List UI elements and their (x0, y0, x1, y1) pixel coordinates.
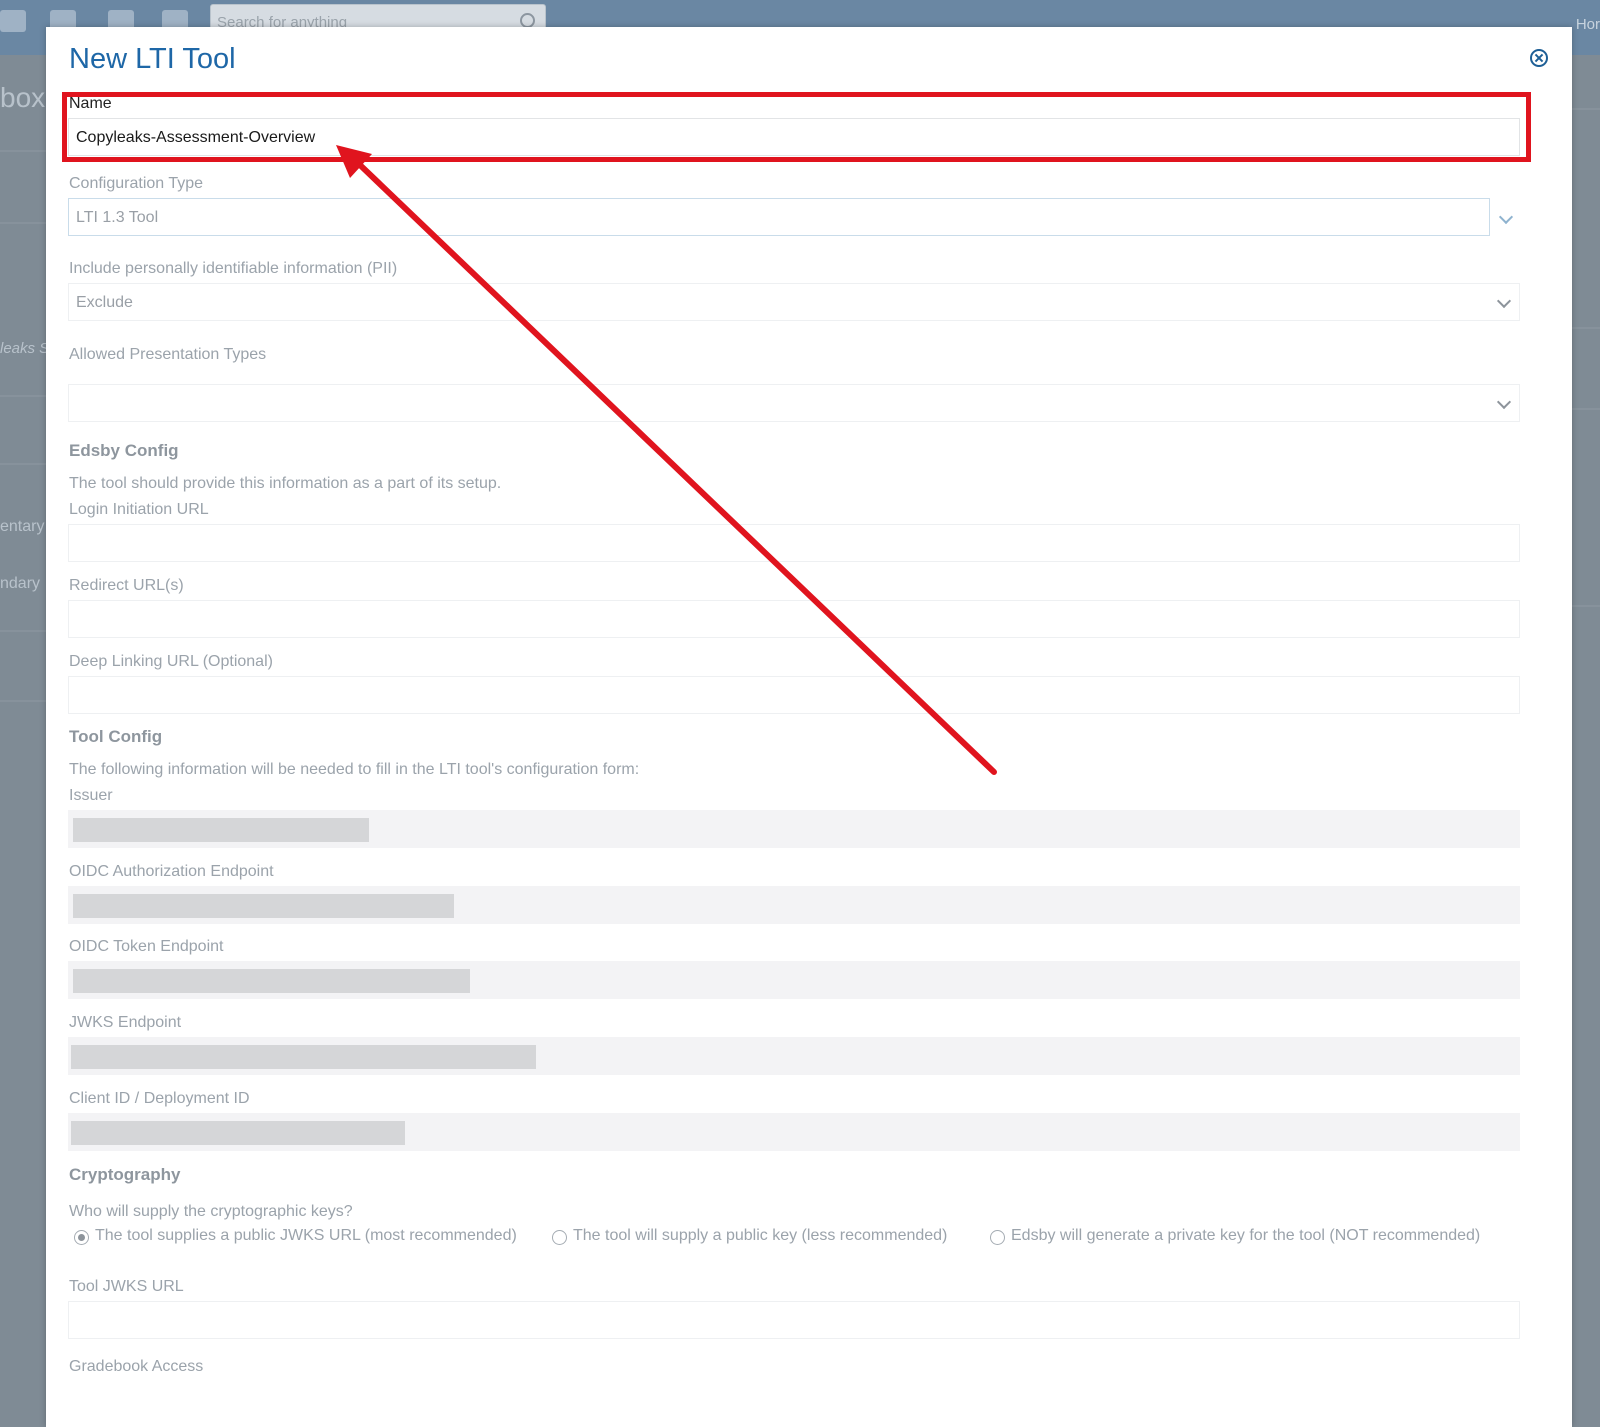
presentation-types-label: Allowed Presentation Types (69, 346, 267, 363)
oidc-authorization-endpoint-label: OIDC Authorization Endpoint (69, 863, 274, 880)
dialog-title: New LTI Tool (69, 43, 236, 75)
radio-option-label: The tool supplies a public JWKS URL (mos… (95, 1227, 517, 1244)
deep-linking-url-input[interactable] (68, 676, 1520, 714)
new-lti-tool-dialog: New LTI Tool Name Copyleaks-Assessment-O… (46, 27, 1572, 1427)
chevron-down-icon[interactable] (1496, 293, 1512, 309)
background-item-fragment[interactable]: leaks S (0, 340, 49, 357)
redirect-urls-label: Redirect URL(s) (69, 577, 184, 594)
background-divider (1572, 108, 1600, 110)
login-initiation-url-input[interactable] (68, 524, 1520, 562)
background-divider (0, 150, 46, 152)
background-item-fragment[interactable]: ndary (0, 575, 40, 593)
cryptography-option-public-key[interactable]: The tool will supply a public key (less … (552, 1227, 972, 1249)
background-heading-fragment: box (0, 82, 46, 113)
configuration-type-label: Configuration Type (69, 175, 204, 192)
login-initiation-url-label: Login Initiation URL (69, 501, 209, 518)
radio-option-label: Edsby will generate a private key for th… (1011, 1227, 1481, 1244)
background-divider (0, 395, 46, 397)
chevron-down-icon[interactable] (1496, 394, 1512, 410)
pii-value: Exclude (76, 294, 133, 311)
radio-button[interactable] (990, 1230, 1005, 1245)
redacted-value (71, 1045, 536, 1069)
tool-config-heading: Tool Config (69, 727, 163, 746)
redacted-value (71, 1121, 405, 1145)
jwks-endpoint-field[interactable] (68, 1037, 1520, 1075)
redacted-value (73, 894, 454, 918)
redirect-urls-input[interactable] (68, 600, 1520, 638)
home-link-fragment[interactable]: Hor (1576, 16, 1600, 33)
search-icon[interactable] (520, 13, 535, 28)
annotation-highlight-box (62, 92, 1531, 162)
client-id-label: Client ID / Deployment ID (69, 1090, 250, 1107)
background-divider (0, 463, 46, 465)
tool-jwks-url-label: Tool JWKS URL (69, 1278, 184, 1295)
oidc-authorization-endpoint-field[interactable] (68, 886, 1520, 924)
configuration-type-value: LTI 1.3 Tool (76, 209, 159, 226)
cryptography-option-private-key[interactable]: Edsby will generate a private key for th… (990, 1227, 1520, 1249)
issuer-label: Issuer (69, 787, 113, 804)
pii-label: Include personally identifiable informat… (69, 260, 398, 277)
deep-linking-url-label: Deep Linking URL (Optional) (69, 653, 273, 670)
cryptography-heading: Cryptography (69, 1165, 181, 1184)
background-divider (1572, 605, 1600, 607)
radio-button[interactable] (552, 1230, 567, 1245)
cryptography-option-jwks-url[interactable]: The tool supplies a public JWKS URL (mos… (74, 1227, 534, 1249)
radio-option-label: The tool will supply a public key (less … (573, 1227, 948, 1244)
radio-button[interactable] (74, 1230, 89, 1245)
oidc-token-endpoint-label: OIDC Token Endpoint (69, 938, 224, 955)
jwks-endpoint-label: JWKS Endpoint (69, 1014, 182, 1031)
pii-select[interactable]: Exclude (68, 283, 1520, 321)
cryptography-question: Who will supply the cryptographic keys? (69, 1203, 353, 1220)
client-id-field[interactable] (68, 1113, 1520, 1151)
tool-config-description: The following information will be needed… (69, 761, 640, 778)
background-divider (0, 700, 46, 702)
background-divider (0, 222, 46, 224)
background-divider (1572, 408, 1600, 410)
background-item-fragment[interactable]: entary (0, 518, 44, 536)
configuration-type-select[interactable]: LTI 1.3 Tool (68, 198, 1490, 236)
chevron-down-icon[interactable] (1498, 209, 1514, 225)
presentation-types-select[interactable] (68, 384, 1520, 422)
issuer-field[interactable] (68, 810, 1520, 848)
redacted-value (73, 818, 369, 842)
gradebook-access-label: Gradebook Access (69, 1358, 204, 1375)
background-divider (1572, 327, 1600, 329)
calendar-icon[interactable] (0, 10, 26, 32)
oidc-token-endpoint-field[interactable] (68, 961, 1520, 999)
redacted-value (73, 969, 470, 993)
background-divider (0, 630, 46, 632)
edsby-config-heading: Edsby Config (69, 441, 179, 460)
tool-jwks-url-input[interactable] (68, 1301, 1520, 1339)
close-icon[interactable] (1530, 49, 1548, 67)
edsby-config-description: The tool should provide this information… (69, 475, 502, 492)
